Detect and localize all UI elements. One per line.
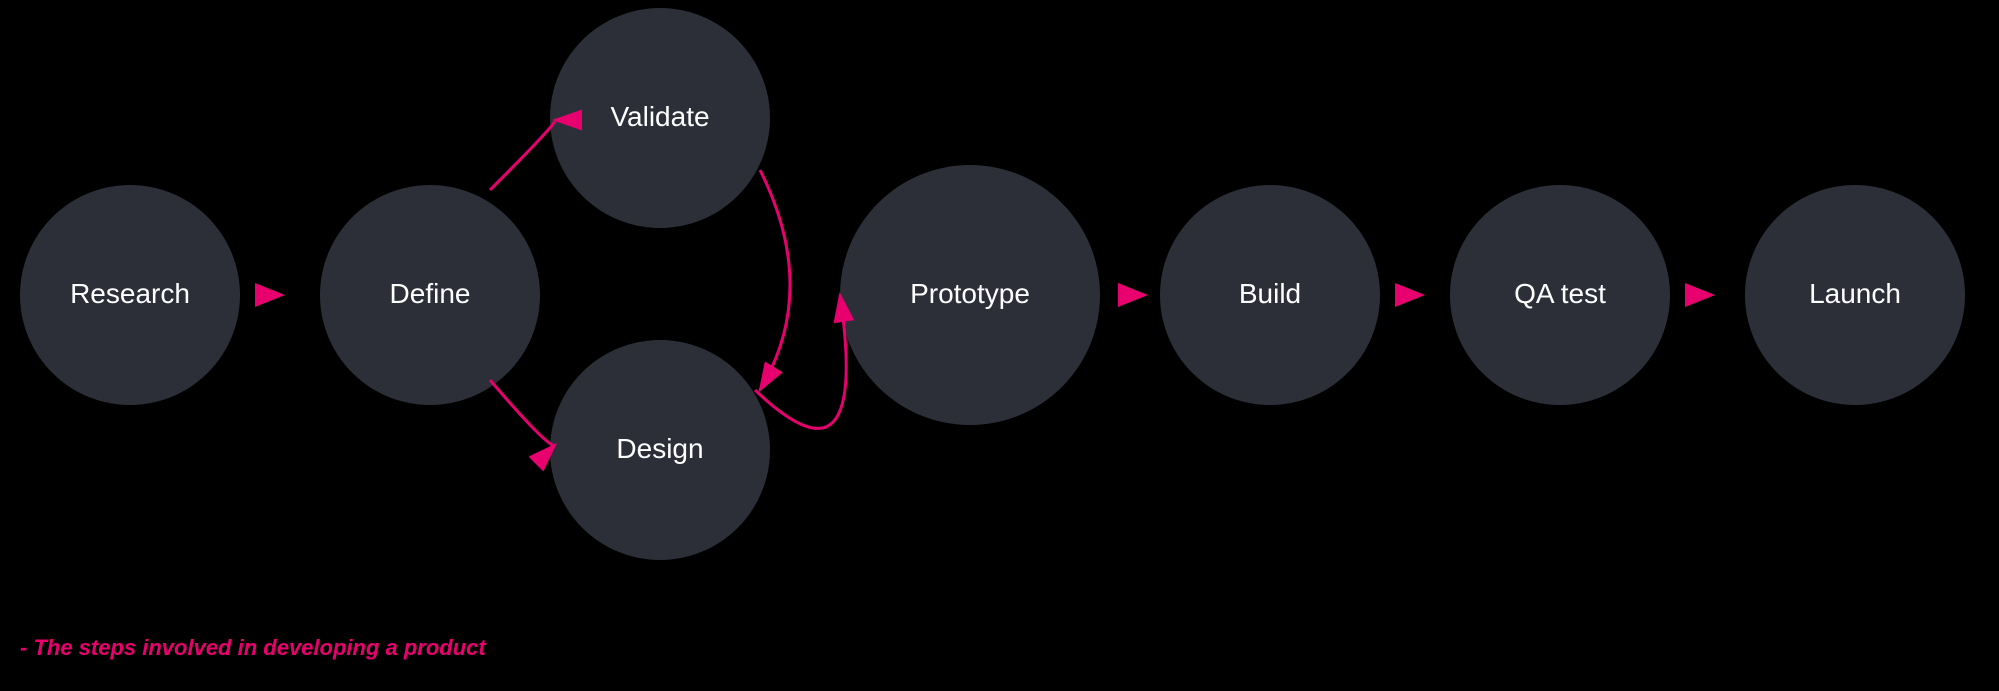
arrow-define-design xyxy=(490,380,555,445)
diagram-container: Research Define Validate Design Prototyp… xyxy=(0,0,1999,691)
arrow-design-prototype xyxy=(755,295,846,428)
arrow-research-define xyxy=(255,283,285,307)
label-qatest: QA test xyxy=(1514,278,1606,309)
label-prototype: Prototype xyxy=(910,278,1030,309)
label-design: Design xyxy=(616,433,703,464)
label-launch: Launch xyxy=(1809,278,1901,309)
arrow-validate-design xyxy=(760,170,790,390)
label-build: Build xyxy=(1239,278,1301,309)
process-diagram: Research Define Validate Design Prototyp… xyxy=(0,0,1999,591)
arrow-prototype-build xyxy=(1118,283,1148,307)
caption: - The steps involved in developing a pro… xyxy=(20,635,486,661)
label-define: Define xyxy=(390,278,471,309)
arrow-qatest-launch xyxy=(1685,283,1715,307)
label-validate: Validate xyxy=(610,101,709,132)
arrow-build-qatest xyxy=(1395,283,1425,307)
label-research: Research xyxy=(70,278,190,309)
arrow-define-validate xyxy=(490,120,555,190)
